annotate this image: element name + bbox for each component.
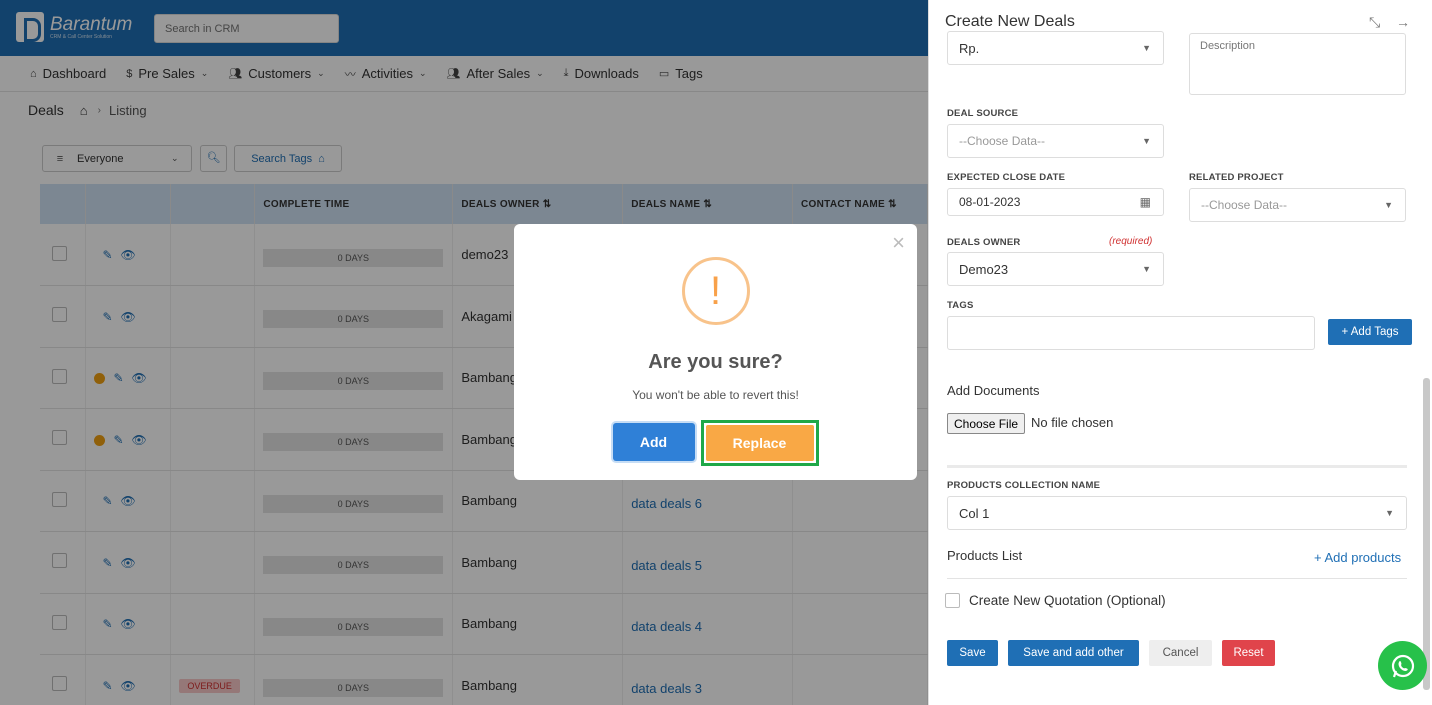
close-panel-icon[interactable]: → — [1396, 14, 1410, 30]
dialog-title: Are you sure? — [648, 351, 783, 373]
whatsapp-button[interactable] — [1378, 641, 1427, 690]
reset-button[interactable]: Reset — [1222, 640, 1275, 666]
collection-value: Col 1 — [959, 505, 990, 521]
save-button[interactable]: Save — [947, 640, 998, 666]
quotation-label[interactable]: Create New Quotation (Optional) — [969, 593, 1166, 608]
collection-label: PRODUCTS COLLECTION NAME — [947, 480, 1101, 491]
currency-select[interactable]: Rp. ▼ — [947, 31, 1164, 65]
whatsapp-icon — [1391, 654, 1414, 677]
expand-icon[interactable]: ⤡ — [1369, 14, 1380, 31]
close-date-value: 08-01-2023 — [959, 195, 1021, 209]
choose-file-button[interactable]: Choose File — [947, 413, 1026, 434]
divider — [947, 578, 1407, 579]
caret-down-icon: ▼ — [1142, 43, 1151, 53]
add-button[interactable]: Add — [612, 423, 695, 461]
related-project-select[interactable]: --Choose Data-- ▼ — [1189, 188, 1406, 222]
caret-down-icon: ▼ — [1384, 200, 1393, 210]
caret-down-icon: ▼ — [1385, 508, 1394, 518]
deal-source-value: --Choose Data-- — [959, 134, 1046, 148]
add-documents-label: Add Documents — [947, 383, 1040, 398]
tags-input[interactable] — [947, 316, 1315, 350]
cancel-button[interactable]: Cancel — [1149, 640, 1212, 666]
currency-value: Rp. — [959, 40, 980, 56]
panel-scrollbar[interactable] — [1423, 378, 1430, 690]
quotation-checkbox[interactable] — [945, 593, 960, 608]
dialog-buttons: Add Replace — [514, 420, 917, 466]
collection-select[interactable]: Col 1 ▼ — [947, 496, 1407, 530]
related-project-value: --Choose Data-- — [1201, 198, 1288, 212]
required-indicator: (required) — [1109, 236, 1153, 247]
caret-down-icon: ▼ — [1142, 264, 1151, 274]
replace-button[interactable]: Replace — [705, 425, 814, 461]
panel-title: Create New Deals — [945, 13, 1075, 30]
close-date-label: EXPECTED CLOSE DATE — [947, 172, 1066, 183]
deals-owner-value: Demo23 — [959, 261, 1009, 277]
deals-owner-label: DEALS OWNER — [947, 237, 1021, 248]
add-tags-button[interactable]: + Add Tags — [1328, 319, 1412, 345]
no-file-text: No file chosen — [1031, 415, 1114, 430]
warning-icon: ! — [681, 257, 750, 325]
deals-owner-select[interactable]: Demo23 ▼ — [947, 252, 1164, 286]
description-textarea[interactable]: Description — [1189, 33, 1406, 95]
calendar-icon[interactable]: ▦ — [1140, 195, 1151, 209]
products-list-label: Products List — [947, 548, 1023, 563]
tags-label: TAGS — [947, 300, 974, 311]
divider — [947, 465, 1407, 468]
related-project-label: RELATED PROJECT — [1189, 172, 1284, 183]
save-and-add-other-button[interactable]: Save and add other — [1008, 640, 1139, 666]
deal-source-label: DEAL SOURCE — [947, 108, 1019, 119]
confirm-dialog: × ! Are you sure? You won't be able to r… — [514, 224, 917, 480]
close-icon[interactable]: × — [892, 232, 905, 254]
deal-source-select[interactable]: --Choose Data-- ▼ — [947, 124, 1164, 158]
close-date-input[interactable]: 08-01-2023 ▦ — [947, 188, 1164, 216]
dialog-message: You won't be able to revert this! — [632, 388, 799, 402]
replace-highlight: Replace — [700, 420, 819, 466]
caret-down-icon: ▼ — [1142, 136, 1151, 146]
add-products-link[interactable]: + Add products — [1314, 550, 1401, 565]
